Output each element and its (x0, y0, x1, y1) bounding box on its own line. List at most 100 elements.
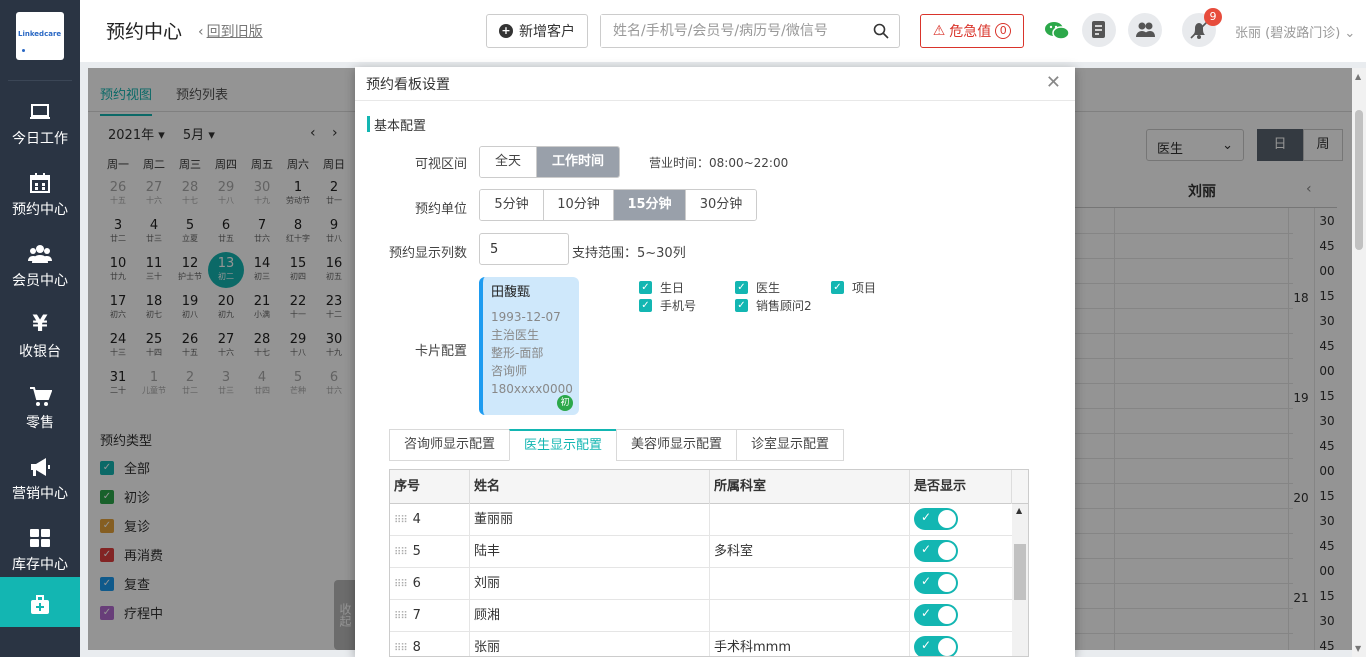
unit-30min[interactable]: 30分钟 (686, 190, 756, 220)
sidebar-item-members[interactable]: 会员中心 (0, 228, 80, 299)
visible-toggle[interactable]: ✓ (914, 508, 958, 530)
yen-icon: ¥ (32, 312, 48, 337)
cell-dept: 多科室 (710, 536, 910, 568)
sidebar-item-inventory[interactable]: 库存中心 (0, 512, 80, 583)
plus-icon: + (499, 24, 513, 38)
search-input[interactable] (601, 15, 861, 47)
tab-doctor-config[interactable]: 医生显示配置 (509, 429, 617, 461)
option-label: 销售顾问2 (756, 299, 812, 313)
sidebar-item-label: 今日工作 (12, 131, 68, 147)
sidebar-item-marketing[interactable]: 营销中心 (0, 441, 80, 512)
sidebar-item-cashier[interactable]: ¥ 收银台 (0, 299, 80, 370)
sidebar-item-label: 营销中心 (12, 486, 68, 502)
section-title: 基本配置 (374, 119, 427, 134)
drag-handle-icon[interactable]: ⠿⠿ (394, 579, 408, 590)
checkbox-icon: ✓ (639, 299, 652, 312)
first-visit-badge: 初 (557, 395, 573, 411)
cell-dept: 手术科mmm (710, 632, 910, 656)
card-preview: 田馥甄 1993-12-07 主治医生 整形-面部 咨询师 180xxxx000… (479, 277, 579, 415)
drag-handle-icon[interactable]: ⠿⠿ (394, 515, 408, 526)
sidebar-item-today-work[interactable]: 今日工作 (0, 86, 80, 157)
medkit-icon (31, 595, 49, 614)
card-line: 1993-12-07 (491, 310, 561, 324)
card-option-item[interactable]: ✓ 项目 (831, 279, 876, 296)
danger-value-button[interactable]: ⚠ 危急值 0 (920, 14, 1024, 48)
back-link-label: 回到旧版 (206, 24, 263, 40)
toggle-knob (938, 542, 956, 560)
tab-room-config[interactable]: 诊室显示配置 (736, 429, 845, 461)
modal-header: 预约看板设置 ✕ (355, 67, 1075, 101)
display-config-tabs: 咨询师显示配置 医生显示配置 美容师显示配置 诊室显示配置 (389, 429, 845, 461)
col-dept: 所属科室 (710, 470, 910, 504)
team-icon[interactable] (1128, 13, 1162, 47)
checkbox-icon: ✓ (735, 299, 748, 312)
cell-no: ⠿⠿ 4 (390, 504, 470, 536)
unit-5min[interactable]: 5分钟 (480, 190, 544, 220)
columns-label: 预约显示列数 (388, 246, 467, 261)
page-title: 预约中心 (106, 21, 183, 43)
sidebar-item-appointment[interactable]: 预约中心 (0, 157, 80, 228)
notes-icon[interactable] (1082, 13, 1116, 47)
sidebar-item-label: 零售 (26, 415, 54, 431)
drag-handle-icon[interactable]: ⠿⠿ (394, 643, 408, 654)
card-config-label: 卡片配置 (414, 344, 467, 359)
logo-text: Linkedcare (18, 30, 62, 38)
chevron-left-icon: ‹ (198, 24, 204, 40)
unit-segment: 5分钟 10分钟 15分钟 30分钟 (479, 189, 757, 221)
cell-name: 张丽 (470, 632, 710, 656)
sidebar-item-medical[interactable] (0, 577, 80, 627)
option-label: 手机号 (660, 299, 697, 313)
card-option-sales[interactable]: ✓ 销售顾问2 (735, 297, 812, 314)
unit-15min[interactable]: 15分钟 (614, 190, 686, 220)
row-number: 8 (412, 640, 421, 655)
card-option-birthday[interactable]: ✓ 生日 (639, 279, 684, 296)
unit-10min[interactable]: 10分钟 (544, 190, 614, 220)
table-row: ⠿⠿ 5 陆丰 多科室 ✓ (390, 536, 1012, 568)
drag-handle-icon[interactable]: ⠿⠿ (394, 611, 408, 622)
col-visible: 是否显示 (910, 470, 1012, 504)
danger-count: 0 (995, 23, 1012, 39)
range-all-day[interactable]: 全天 (480, 147, 537, 177)
cell-name: 董丽丽 (470, 504, 710, 536)
columns-input[interactable]: 5 (479, 233, 569, 265)
search-icon[interactable] (873, 23, 889, 39)
tab-beautician-config[interactable]: 美容师显示配置 (616, 429, 737, 461)
cell-name: 顾湘 (470, 600, 710, 632)
visible-toggle[interactable]: ✓ (914, 540, 958, 562)
table-scrollbar[interactable]: ▲ (1012, 504, 1028, 656)
megaphone-icon (31, 458, 50, 476)
doctor-table: 序号 姓名 所属科室 是否显示 ⠿⠿ 4 董丽丽 ✓ ⠿⠿ 5 陆丰 多科室 ✓ ⠿⠿ 6 刘丽 ✓ ⠿⠿… (389, 469, 1029, 657)
cell-dept (710, 600, 910, 632)
new-customer-button[interactable]: + 新增客户 (486, 14, 588, 48)
cell-no: ⠿⠿ 8 (390, 632, 470, 656)
drag-handle-icon[interactable]: ⠿⠿ (394, 547, 408, 558)
back-to-old-link[interactable]: ‹ 回到旧版 (198, 21, 263, 41)
visible-toggle[interactable]: ✓ (914, 604, 958, 626)
close-icon[interactable]: ✕ (1046, 72, 1061, 93)
board-settings-modal: 预约看板设置 ✕ 基本配置 可视区间 全天 工作时间 营业时间：08:00~22… (355, 67, 1075, 657)
sidebar-item-retail[interactable]: 零售 (0, 370, 80, 441)
range-work-time[interactable]: 工作时间 (537, 147, 619, 177)
card-option-doctor[interactable]: ✓ 医生 (735, 279, 780, 296)
cell-no: ⠿⠿ 5 (390, 536, 470, 568)
user-menu[interactable]: 张丽 (碧波路门诊) ⌄ (1235, 22, 1355, 41)
visible-toggle[interactable]: ✓ (914, 572, 958, 594)
users-icon (28, 245, 52, 263)
sidebar-item-label: 预约中心 (12, 202, 68, 218)
checkbox-icon: ✓ (831, 281, 844, 294)
option-label: 医生 (756, 281, 781, 295)
chevron-down-icon: ⌄ (1344, 26, 1356, 41)
card-option-phone[interactable]: ✓ 手机号 (639, 297, 696, 314)
toggle-knob (938, 606, 956, 624)
alarm-icon: ⚠ (932, 23, 946, 39)
top-header: 预约中心 ‹回到旧版 + 新增客户 ⚠ 危急值 0 9 张丽 (碧波路门诊) ⌄ (80, 0, 1366, 62)
check-icon: ✓ (921, 542, 932, 556)
visible-range-label: 可视区间 (414, 157, 467, 172)
wechat-icon[interactable] (1042, 16, 1072, 46)
toggle-knob (938, 510, 956, 528)
page-scrollbar[interactable]: ▲ ▼ (1352, 68, 1366, 657)
table-header: 序号 姓名 所属科室 是否显示 (390, 470, 1028, 504)
visible-toggle[interactable]: ✓ (914, 636, 958, 656)
table-row: ⠿⠿ 6 刘丽 ✓ (390, 568, 1012, 600)
tab-consultant-config[interactable]: 咨询师显示配置 (389, 429, 510, 461)
